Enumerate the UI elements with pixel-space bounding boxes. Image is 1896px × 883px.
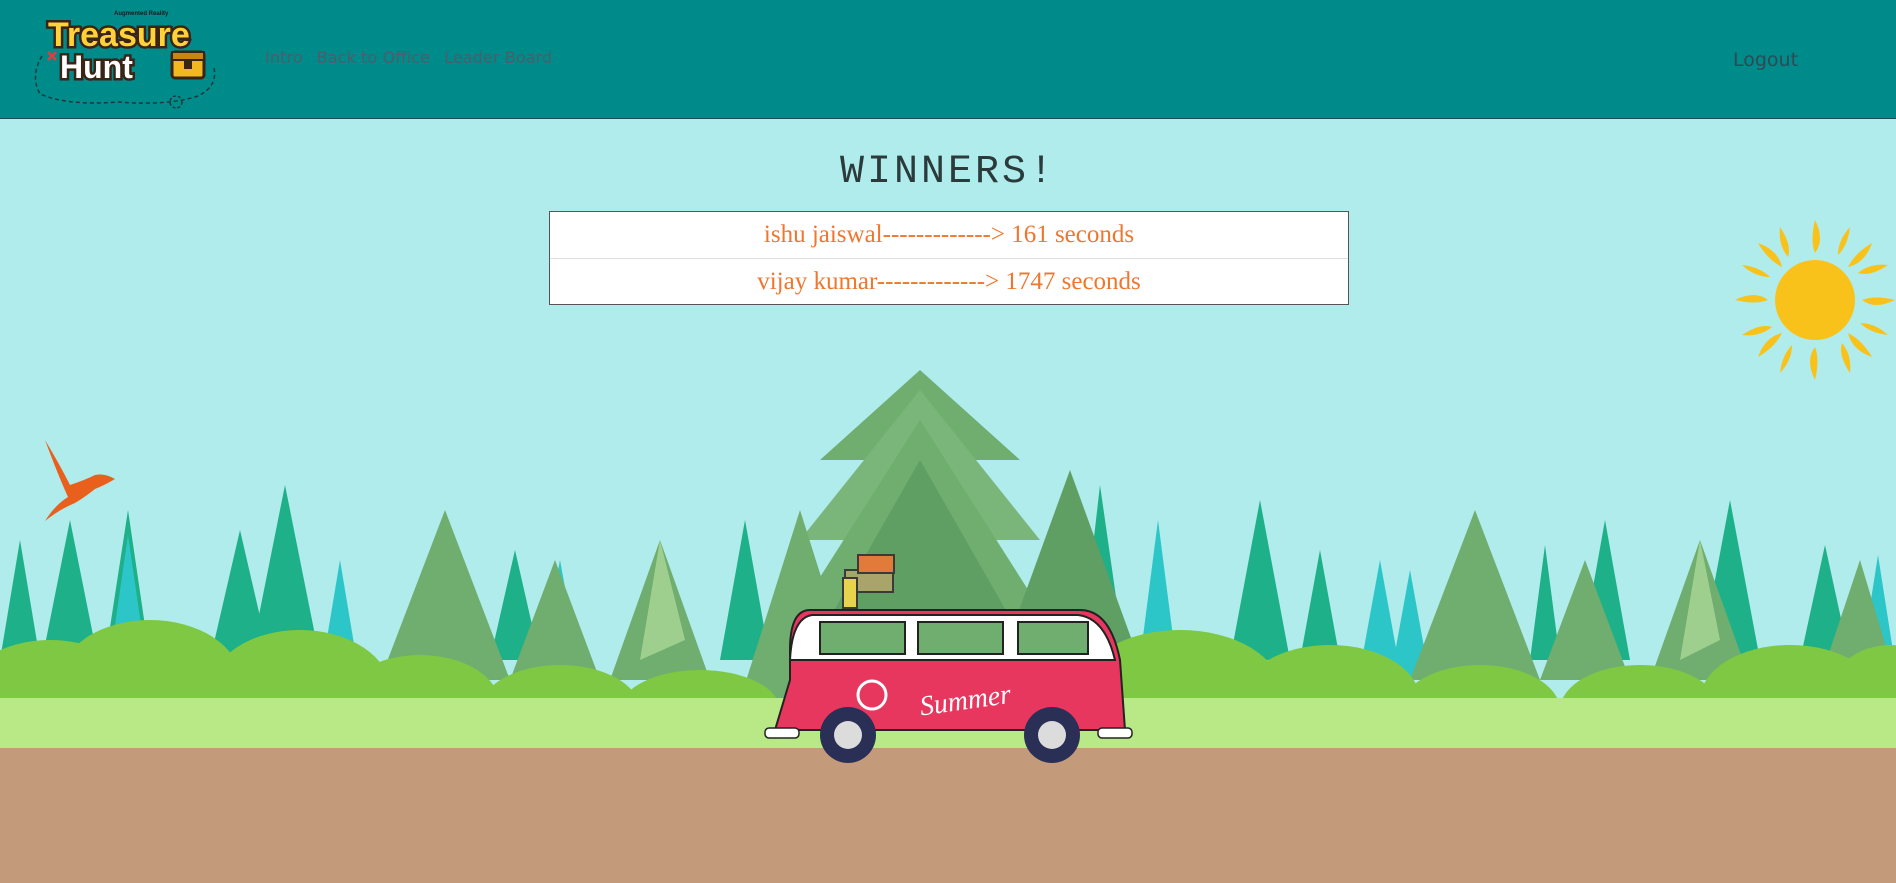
nav-links: Intro Back to Office Leader Board xyxy=(265,48,552,67)
nav-link-intro[interactable]: Intro xyxy=(265,48,303,67)
page-title: WINNERS! xyxy=(839,150,1057,195)
nav-link-back-to-office[interactable]: Back to Office xyxy=(317,48,430,67)
winner-row: vijay kumar-------------> 1747 seconds xyxy=(550,258,1348,305)
svg-text:Hunt: Hunt xyxy=(60,49,133,85)
treasure-hunt-logo[interactable]: Augmented Reality Treasure Hunt xyxy=(28,6,234,112)
top-navbar: Augmented Reality Treasure Hunt Intro Ba… xyxy=(0,0,1896,119)
forest-landscape: Summer xyxy=(0,370,1896,883)
winner-row: ishu jaiswal-------------> 161 seconds xyxy=(763,221,1135,248)
logout-link[interactable]: Logout xyxy=(1733,49,1798,71)
winners-list: ishu jaiswal-------------> 161 seconds v… xyxy=(549,211,1349,305)
nav-link-leader-board[interactable]: Leader Board xyxy=(444,48,552,67)
